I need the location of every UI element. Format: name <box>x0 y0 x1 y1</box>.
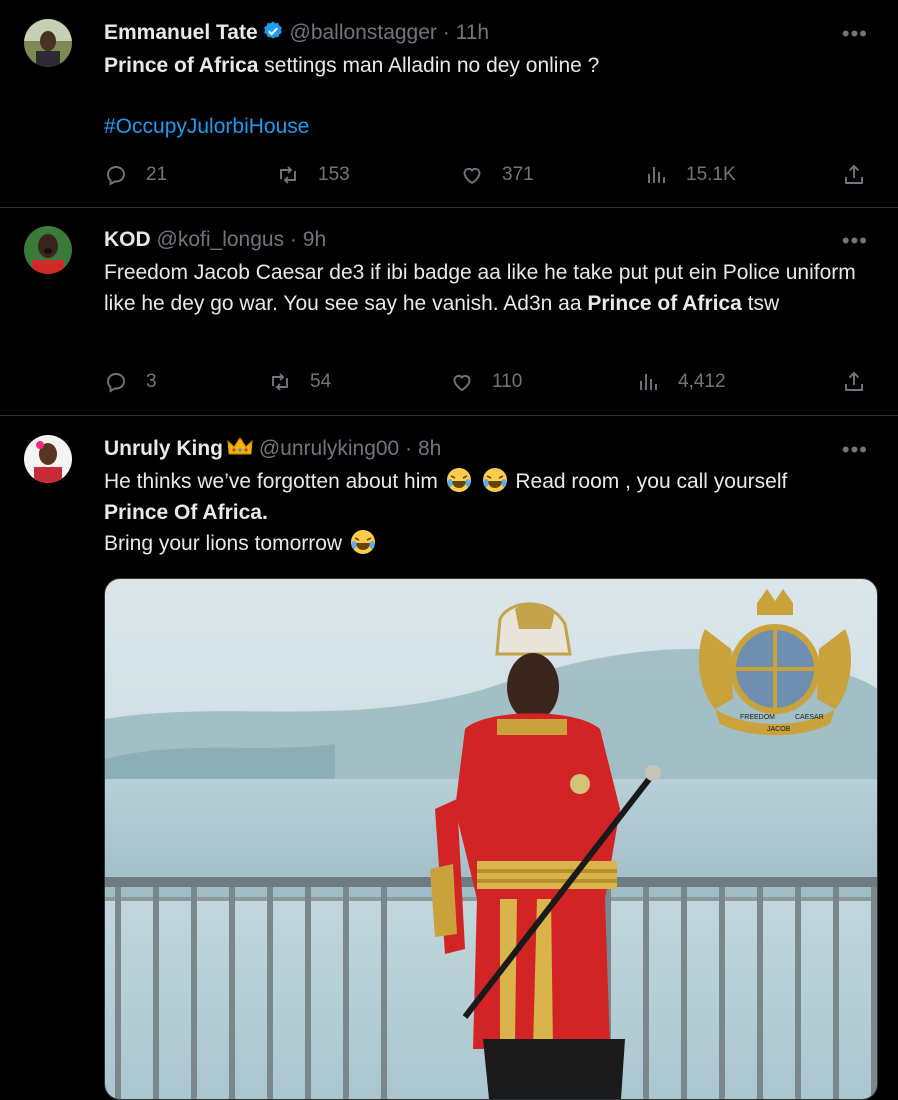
avatar[interactable] <box>24 435 72 483</box>
tweet-image[interactable]: FREEDOM CAESAR JACOB <box>104 578 878 1100</box>
share-button[interactable] <box>842 160 866 190</box>
text: He thinks we’ve forgotten about him <box>104 470 438 493</box>
separator: · <box>405 437 413 460</box>
hashtag-line: #OccupyJulorbiHouse <box>104 111 876 142</box>
heart-icon <box>463 167 481 185</box>
text-line: He thinks we’ve forgotten about him Read… <box>104 466 876 497</box>
text: tsw <box>741 292 780 315</box>
bold-text: Prince Of Africa. <box>104 501 268 524</box>
user-handle[interactable]: @ballonstagger <box>290 21 437 44</box>
tweet-text: He thinks we’ve forgotten about him Read… <box>104 466 876 559</box>
user-handle[interactable]: @kofi_longus <box>157 228 285 251</box>
tweet-actions: 3 54 110 4,412 <box>104 367 868 397</box>
views-count: 15.1K <box>686 164 736 185</box>
user-name[interactable]: Unruly King <box>104 437 223 460</box>
text: Bring your lions tomorrow <box>104 532 343 555</box>
tweet-header: KOD @kofi_longus · 9h <box>104 227 868 253</box>
timestamp[interactable]: 8h <box>418 437 441 460</box>
text-line: Prince Of Africa. <box>104 497 876 528</box>
reply-count: 3 <box>146 371 157 392</box>
laughing-emoji-icon <box>482 468 507 492</box>
hashtag-link[interactable]: #OccupyJulorbiHouse <box>104 115 309 138</box>
retweet-button[interactable]: 54 <box>268 367 331 397</box>
views-icon <box>640 374 657 390</box>
tweet[interactable]: KOD @kofi_longus · 9h ••• Freedom Jacob … <box>0 208 898 416</box>
tweet-header: Emmanuel Tate @ballonstagger · 11h <box>104 20 868 46</box>
reply-icon <box>107 166 125 186</box>
like-count: 371 <box>502 164 534 185</box>
svg-text:FREEDOM: FREEDOM <box>740 714 775 721</box>
retweet-count: 54 <box>310 371 332 392</box>
user-name[interactable]: Emmanuel Tate <box>104 21 258 44</box>
heart-icon <box>453 374 471 392</box>
retweet-icon <box>272 373 288 391</box>
text: settings man Alladin no dey online ? <box>258 54 600 77</box>
like-button[interactable]: 371 <box>460 160 534 190</box>
tweet-actions: 21 153 371 15.1K <box>104 160 868 190</box>
retweet-button[interactable]: 153 <box>276 160 350 190</box>
separator: · <box>289 228 297 251</box>
text: Read room , you call yourself <box>509 470 788 493</box>
laughing-emoji-icon <box>350 530 375 554</box>
tweet[interactable]: Emmanuel Tate @ballonstagger · 11h ••• P… <box>0 0 898 208</box>
tweet-text: Freedom Jacob Caesar de3 if ibi badge aa… <box>104 257 876 319</box>
share-icon <box>845 164 863 184</box>
photo-scene: FREEDOM CAESAR JACOB <box>105 579 877 1099</box>
tweet-text: Prince of Africa settings man Alladin no… <box>104 50 876 81</box>
views-button[interactable]: 4,412 <box>636 367 726 397</box>
separator: · <box>442 21 450 44</box>
retweet-count: 153 <box>318 164 350 185</box>
reply-count: 21 <box>146 164 168 185</box>
more-options-icon[interactable]: ••• <box>842 439 868 461</box>
share-button[interactable] <box>842 367 866 397</box>
views-button[interactable]: 15.1K <box>644 160 736 190</box>
timestamp[interactable]: 11h <box>456 21 489 44</box>
text-line: Bring your lions tomorrow <box>104 528 876 559</box>
laughing-emoji-icon <box>446 468 471 492</box>
avatar[interactable] <box>24 19 72 67</box>
reply-button[interactable]: 21 <box>104 160 167 190</box>
bold-text: Prince of Africa <box>104 54 259 77</box>
timestamp[interactable]: 9h <box>303 228 326 251</box>
retweet-icon <box>280 166 296 184</box>
views-count: 4,412 <box>678 371 726 392</box>
reply-button[interactable]: 3 <box>104 367 157 397</box>
share-icon <box>845 371 863 391</box>
user-handle[interactable]: @unrulyking00 <box>259 437 399 460</box>
user-name[interactable]: KOD <box>104 228 151 251</box>
like-button[interactable]: 110 <box>450 367 522 397</box>
views-icon <box>648 167 665 183</box>
svg-text:CAESAR: CAESAR <box>795 714 824 721</box>
svg-text:JACOB: JACOB <box>767 726 791 733</box>
more-options-icon[interactable]: ••• <box>842 230 868 252</box>
reply-icon <box>107 373 125 393</box>
tweet-header: Unruly King @unrulyking00 · 8h <box>104 436 868 462</box>
like-count: 110 <box>492 371 523 392</box>
bold-text: Prince of Africa <box>587 292 742 315</box>
tweet[interactable]: Unruly King @unrulyking00 · 8h ••• He th… <box>0 416 898 1100</box>
more-options-icon[interactable]: ••• <box>842 23 868 45</box>
verified-badge-icon <box>262 20 284 49</box>
crown-emoji-icon <box>227 436 253 465</box>
avatar[interactable] <box>24 226 72 274</box>
